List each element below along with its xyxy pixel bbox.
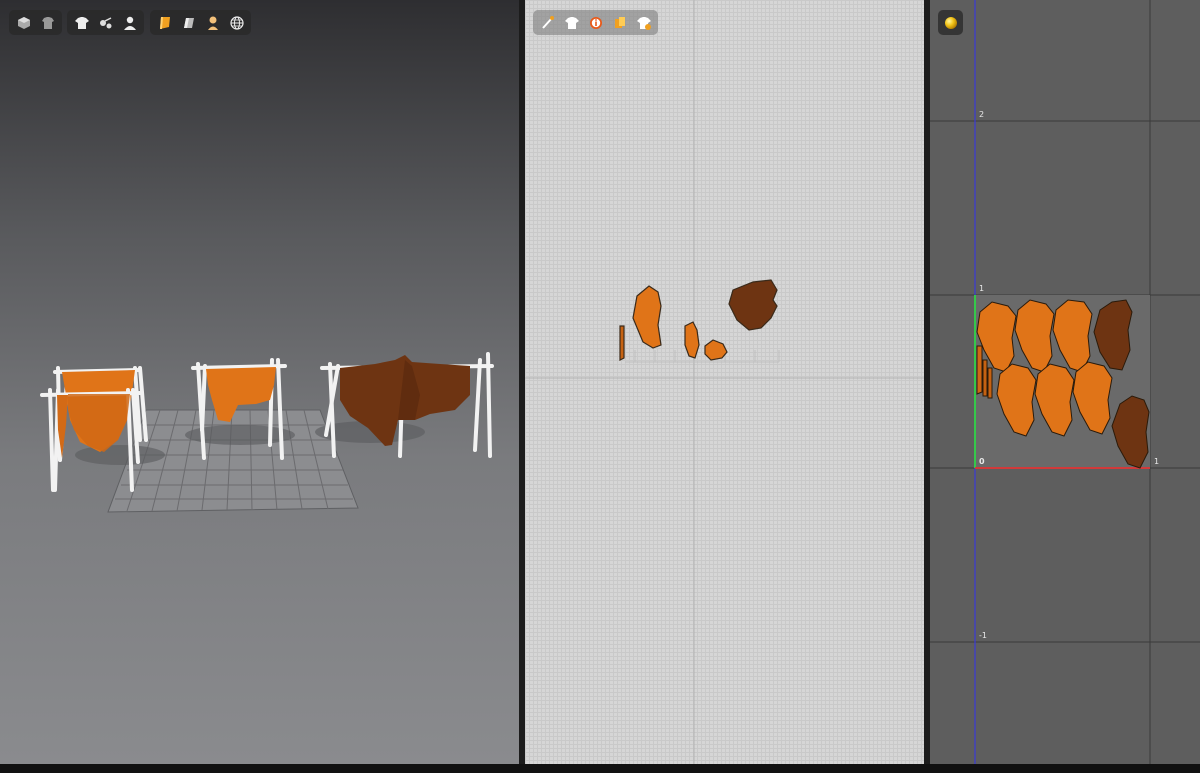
shirt-sync-icon[interactable] xyxy=(633,12,654,33)
eraser-icon[interactable] xyxy=(178,12,199,33)
uv-island-11 xyxy=(987,367,993,399)
uv-sphere-icon[interactable] xyxy=(940,12,961,33)
scene-3d[interactable] xyxy=(0,0,519,764)
uv-axis-label-1-vertical: 1 xyxy=(979,284,985,293)
edit-tool-icon[interactable] xyxy=(537,12,558,33)
garment-icon[interactable] xyxy=(71,12,92,33)
pattern-piece-2[interactable] xyxy=(684,321,700,359)
cube-view-icon[interactable] xyxy=(13,12,34,33)
uv-axis-label-2: 2 xyxy=(979,110,985,119)
cloth-1-drape xyxy=(68,394,130,452)
texture-mode-icon[interactable] xyxy=(154,12,175,33)
pattern-canvas[interactable] xyxy=(525,0,924,764)
uv-island-10 xyxy=(982,359,988,397)
info-icon[interactable] xyxy=(585,12,606,33)
pattern-piece-5[interactable] xyxy=(619,325,625,361)
viewport-2d-pattern[interactable] xyxy=(525,0,924,764)
avatar-icon[interactable] xyxy=(119,12,140,33)
toolbar-garment-group xyxy=(67,10,144,35)
uv-axis-label-1-horizontal: 1 xyxy=(1154,457,1160,466)
avatar-skin-icon[interactable] xyxy=(202,12,223,33)
uv-island-9 xyxy=(976,345,983,395)
status-strip xyxy=(0,764,1200,773)
toolbar-display-group xyxy=(150,10,251,35)
uv-editor[interactable]: 2 1 0 1 -1 xyxy=(930,0,1200,764)
uv-canvas[interactable] xyxy=(930,0,1200,764)
toolbar-uv xyxy=(938,10,963,35)
baseline-ticks xyxy=(625,350,780,363)
fabric-pins-icon[interactable] xyxy=(95,12,116,33)
garment-2d-icon[interactable] xyxy=(561,12,582,33)
pattern-piece-3[interactable] xyxy=(704,339,728,361)
uv-axis-label-origin: 0 xyxy=(979,457,985,466)
uv-axis-label-minus-1: -1 xyxy=(979,631,987,640)
pattern-piece-4[interactable] xyxy=(728,279,778,331)
viewport-3d[interactable] xyxy=(0,0,519,764)
pattern-pieces xyxy=(619,279,778,361)
fabric-layers-icon[interactable] xyxy=(609,12,630,33)
toolbar-2d xyxy=(533,10,658,35)
mesh-globe-icon[interactable] xyxy=(226,12,247,33)
toolbar-view-group xyxy=(9,10,62,35)
avatar-view-icon[interactable] xyxy=(37,12,58,33)
pattern-piece-1[interactable] xyxy=(632,285,662,349)
